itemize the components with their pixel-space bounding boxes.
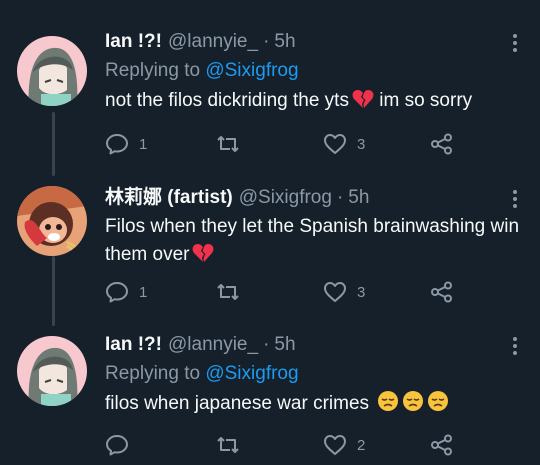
display-name[interactable]: Ian !?! bbox=[105, 333, 162, 357]
timestamp[interactable]: 5h bbox=[274, 333, 295, 357]
retweet-icon bbox=[217, 136, 239, 152]
broken-heart-emoji bbox=[352, 89, 374, 118]
mention-link[interactable]: @Sixigfrog bbox=[205, 363, 298, 384]
mention-link[interactable]: @Sixigfrog bbox=[205, 60, 298, 81]
tweet-text: not the filos dickriding the yts im so s… bbox=[105, 87, 540, 118]
tweet[interactable]: 林莉娜 (fartist) @Sixigfrog · 5h Filos when… bbox=[0, 186, 540, 316]
timestamp[interactable]: 5h bbox=[348, 186, 369, 210]
avatar[interactable] bbox=[17, 336, 87, 406]
display-name[interactable]: Ian !?! bbox=[105, 30, 162, 54]
like-count: 3 bbox=[357, 283, 366, 301]
like-count: 3 bbox=[357, 135, 366, 153]
tweet-text-body: not the filos dickriding the yts bbox=[105, 90, 349, 111]
reply-icon bbox=[106, 134, 128, 155]
avatar-image bbox=[17, 336, 87, 406]
action-bar: 1 3 bbox=[105, 279, 525, 305]
retweet-button[interactable] bbox=[216, 131, 250, 157]
reply-button[interactable]: 1 bbox=[105, 131, 147, 157]
share-button[interactable] bbox=[430, 279, 454, 305]
separator-dot: · bbox=[263, 334, 270, 355]
reply-button[interactable] bbox=[105, 432, 139, 458]
more-options-icon[interactable] bbox=[512, 337, 518, 355]
replying-to-label: Replying to bbox=[105, 60, 201, 81]
user-handle[interactable]: @lannyie_ bbox=[168, 333, 258, 357]
action-bar: 1 3 bbox=[105, 131, 525, 157]
disappointed-face-emoji bbox=[402, 390, 424, 421]
separator-dot: · bbox=[263, 31, 270, 52]
tweet[interactable]: Ian !?! @lannyie_ · 5h Replying to @Sixi… bbox=[0, 30, 540, 165]
heart-icon bbox=[324, 282, 346, 302]
user-handle[interactable]: @lannyie_ bbox=[168, 30, 258, 54]
share-button[interactable] bbox=[430, 131, 454, 157]
heart-icon bbox=[324, 435, 346, 455]
tweet-text-body: filos when japanese war crimes bbox=[105, 393, 375, 414]
reply-icon bbox=[106, 435, 128, 456]
action-bar: 2 bbox=[105, 432, 525, 458]
display-name[interactable]: 林莉娜 (fartist) bbox=[105, 186, 233, 210]
tweet[interactable]: Ian !?! @lannyie_ · 5h Replying to @Sixi… bbox=[0, 333, 540, 465]
separator-dot: · bbox=[336, 187, 344, 208]
avatar-image bbox=[17, 36, 87, 106]
tweet-text: Filos when they let the Spanish brainwas… bbox=[105, 213, 525, 272]
heart-icon bbox=[324, 134, 346, 154]
like-button[interactable]: 3 bbox=[323, 131, 365, 157]
share-icon bbox=[431, 434, 452, 456]
replying-to-label: Replying to bbox=[105, 363, 201, 384]
timestamp[interactable]: 5h bbox=[274, 30, 295, 54]
share-icon bbox=[431, 133, 452, 155]
share-icon bbox=[431, 281, 452, 303]
replying-to: Replying to @Sixigfrog bbox=[105, 362, 540, 386]
tweet-text-tail: im so sorry bbox=[373, 90, 473, 111]
retweet-icon bbox=[217, 284, 239, 300]
like-button[interactable]: 3 bbox=[323, 279, 365, 305]
retweet-button[interactable] bbox=[216, 432, 250, 458]
more-options-icon[interactable] bbox=[512, 190, 518, 208]
broken-heart-emoji bbox=[192, 243, 214, 272]
disappointed-face-emoji bbox=[377, 390, 399, 421]
share-button[interactable] bbox=[430, 432, 454, 458]
like-count: 2 bbox=[357, 436, 366, 454]
reply-icon bbox=[106, 282, 128, 303]
replying-to: Replying to @Sixigfrog bbox=[105, 59, 540, 83]
reply-button[interactable]: 1 bbox=[105, 279, 147, 305]
reply-count: 1 bbox=[139, 283, 148, 301]
avatar[interactable] bbox=[17, 186, 87, 256]
reply-count: 1 bbox=[139, 135, 148, 153]
avatar-image bbox=[17, 186, 87, 256]
retweet-icon bbox=[217, 437, 239, 453]
like-button[interactable]: 2 bbox=[323, 432, 365, 458]
disappointed-face-emoji bbox=[427, 390, 449, 421]
tweet-text-body: Filos when they let the Spanish brainwas… bbox=[105, 216, 520, 265]
more-options-icon[interactable] bbox=[512, 34, 518, 52]
retweet-button[interactable] bbox=[216, 279, 250, 305]
tweet-text: filos when japanese war crimes bbox=[105, 390, 540, 421]
user-handle[interactable]: @Sixigfrog bbox=[239, 186, 332, 210]
avatar[interactable] bbox=[17, 36, 87, 106]
